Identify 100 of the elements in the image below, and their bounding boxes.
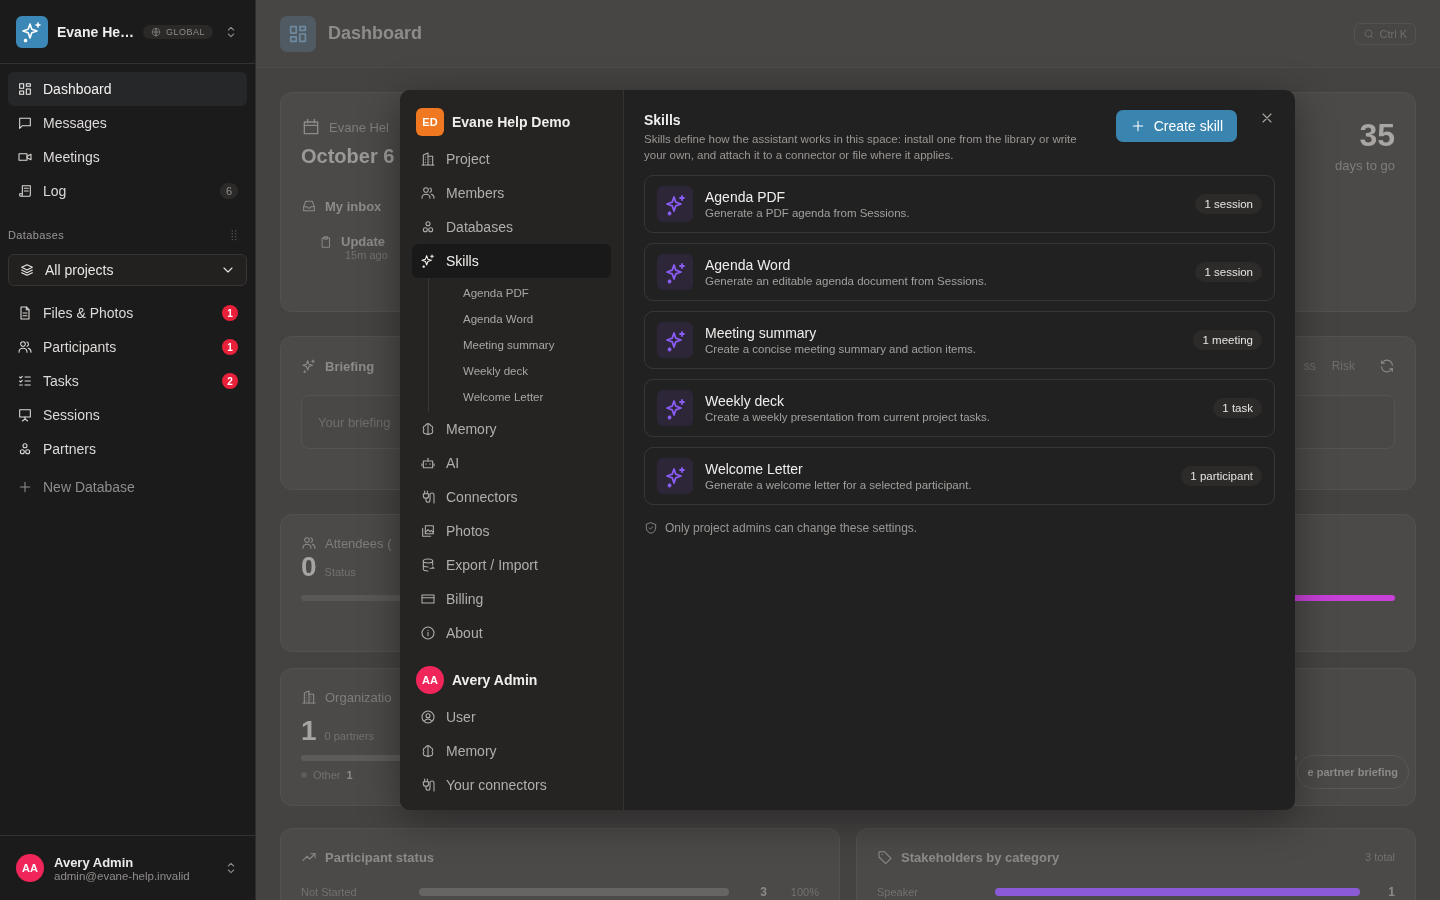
settings-nav-item[interactable]: Photos <box>412 514 611 548</box>
section-title: Skills <box>644 112 682 128</box>
skill-card[interactable]: Weekly deck Create a weekly presentation from current project tasks. 1 task <box>644 379 1275 437</box>
nav-item[interactable]: Dashboard <box>8 72 247 106</box>
sparkle-icon <box>657 254 693 290</box>
usage-badge: 1 session <box>1195 262 1262 282</box>
create-skill-button[interactable]: Create skill <box>1115 110 1237 142</box>
skill-nav-item[interactable]: Agenda PDF <box>463 280 611 306</box>
settings-nav-item[interactable]: About <box>412 616 611 650</box>
count-badge: 1 <box>222 305 238 321</box>
settings-nav-item[interactable]: Export / Import <box>412 548 611 582</box>
globe-icon <box>151 26 162 37</box>
plug-icon <box>420 777 436 793</box>
skill-nav-item[interactable]: Welcome Letter <box>463 384 611 410</box>
building-icon <box>301 689 317 705</box>
settings-nav-item[interactable]: Project <box>412 142 611 176</box>
usage-badge: 1 task <box>1213 398 1262 418</box>
card-title: Briefing <box>325 358 375 374</box>
sparkle-icon <box>657 458 693 494</box>
database-item[interactable]: Tasks 2 <box>8 364 247 398</box>
skill-card[interactable]: Agenda PDF Generate a PDF agenda from Sessions. 1 session <box>644 175 1275 233</box>
circles-icon <box>420 219 436 235</box>
database-item[interactable]: Files & Photos 1 <box>8 296 247 330</box>
settings-nav-item[interactable]: Memory <box>412 734 611 768</box>
grid-icon <box>17 81 33 97</box>
sparkle-icon <box>657 390 693 426</box>
nav-item[interactable]: Messages <box>8 106 247 140</box>
database-item[interactable]: Partners <box>8 432 247 466</box>
search-icon <box>1362 27 1375 40</box>
brain-icon <box>420 743 436 759</box>
inbox-title: My inbox <box>325 198 382 214</box>
project-select[interactable]: All projects <box>8 254 247 286</box>
skill-nav-item[interactable]: Agenda Word <box>463 306 611 332</box>
user-email: admin@evane-help.invalid <box>54 869 191 882</box>
permission-note: Only project admins can change these settings. <box>665 521 918 535</box>
count-badge: 6 <box>219 183 238 199</box>
users-icon <box>301 535 317 551</box>
inbox-icon <box>301 198 317 214</box>
attendee-count: 0 <box>301 551 317 583</box>
settings-nav-item[interactable]: Memory <box>412 412 611 446</box>
refresh-icon[interactable] <box>1379 358 1395 374</box>
skill-name: Meeting summary <box>705 325 818 341</box>
skill-card[interactable]: Welcome Letter Generate a welcome letter for a selected participant. 1 participant <box>644 447 1275 505</box>
settings-nav-item[interactable]: Skills <box>412 244 611 278</box>
settings-nav-item[interactable]: Connectors <box>412 480 611 514</box>
count-badge: 1 <box>222 339 238 355</box>
settings-nav-item[interactable]: User <box>412 700 611 734</box>
shield-icon <box>644 521 658 535</box>
database-icon <box>420 557 436 573</box>
card-title: Stakeholders by category <box>901 849 1061 865</box>
presentation-icon <box>17 407 33 423</box>
section-heading: Databases <box>8 229 65 241</box>
settings-nav-item[interactable]: Databases <box>412 210 611 244</box>
skill-nav-item[interactable]: Meeting summary <box>463 332 611 358</box>
skill-card[interactable]: Agenda Word Generate an editable agenda document from Sessions. 1 session <box>644 243 1275 301</box>
sparkle-icon <box>420 253 436 269</box>
skill-card[interactable]: Meeting summary Create a concise meeting summary and action items. 1 meeting <box>644 311 1275 369</box>
database-item[interactable]: Participants 1 <box>8 330 247 364</box>
event-date: October 6 <box>301 145 395 168</box>
checklist-icon <box>17 373 33 389</box>
settings-nav-item[interactable]: Members <box>412 176 611 210</box>
credit-card-icon <box>420 591 436 607</box>
image-icon <box>420 523 436 539</box>
settings-nav-item[interactable]: AI <box>412 446 611 480</box>
count-badge: 2 <box>222 373 238 389</box>
project-avatar: ED <box>416 108 444 136</box>
chat-icon <box>17 115 33 131</box>
skill-description: Generate a welcome letter for a selected participant. <box>705 479 973 491</box>
usage-badge: 1 meeting <box>1193 330 1262 350</box>
user-avatar: AA <box>416 666 444 694</box>
organization-count: 1 <box>301 715 317 747</box>
category-count: 1 <box>1388 885 1395 899</box>
users-icon <box>17 339 33 355</box>
nav-item[interactable]: Log 6 <box>8 174 247 208</box>
database-item[interactable]: Sessions <box>8 398 247 432</box>
new-database-button[interactable]: New Database <box>8 470 247 504</box>
dashboard-icon <box>280 15 316 52</box>
sparkle-icon <box>657 322 693 358</box>
skill-nav-item[interactable]: Weekly deck <box>463 358 611 384</box>
skill-name: Agenda PDF <box>705 189 787 205</box>
scope-label: GLOBAL <box>166 26 206 37</box>
settings-nav-item[interactable]: Your connectors <box>412 768 611 802</box>
workspace-name[interactable]: Evane He… <box>57 23 135 40</box>
status-count: 3 <box>759 885 767 899</box>
inbox-item: Update <box>341 234 386 249</box>
skill-name: Weekly deck <box>705 393 786 409</box>
nav-item[interactable]: Meetings <box>8 140 247 174</box>
sparkle-icon <box>301 358 317 374</box>
sparkle-icon <box>657 186 693 222</box>
settings-nav-item[interactable]: Billing <box>412 582 611 616</box>
document-icon <box>17 305 33 321</box>
skill-description: Generate an editable agenda document from Sessions. <box>705 275 988 287</box>
robot-icon <box>420 455 436 471</box>
user-name: Avery Admin <box>54 854 135 870</box>
users-icon <box>420 185 436 201</box>
project-name: Evane Help Demo <box>452 114 571 130</box>
building-icon <box>420 151 436 167</box>
circles-icon <box>17 441 33 457</box>
skill-name: Agenda Word <box>705 257 792 273</box>
skill-description: Create a weekly presentation from current project tasks. <box>705 411 992 423</box>
